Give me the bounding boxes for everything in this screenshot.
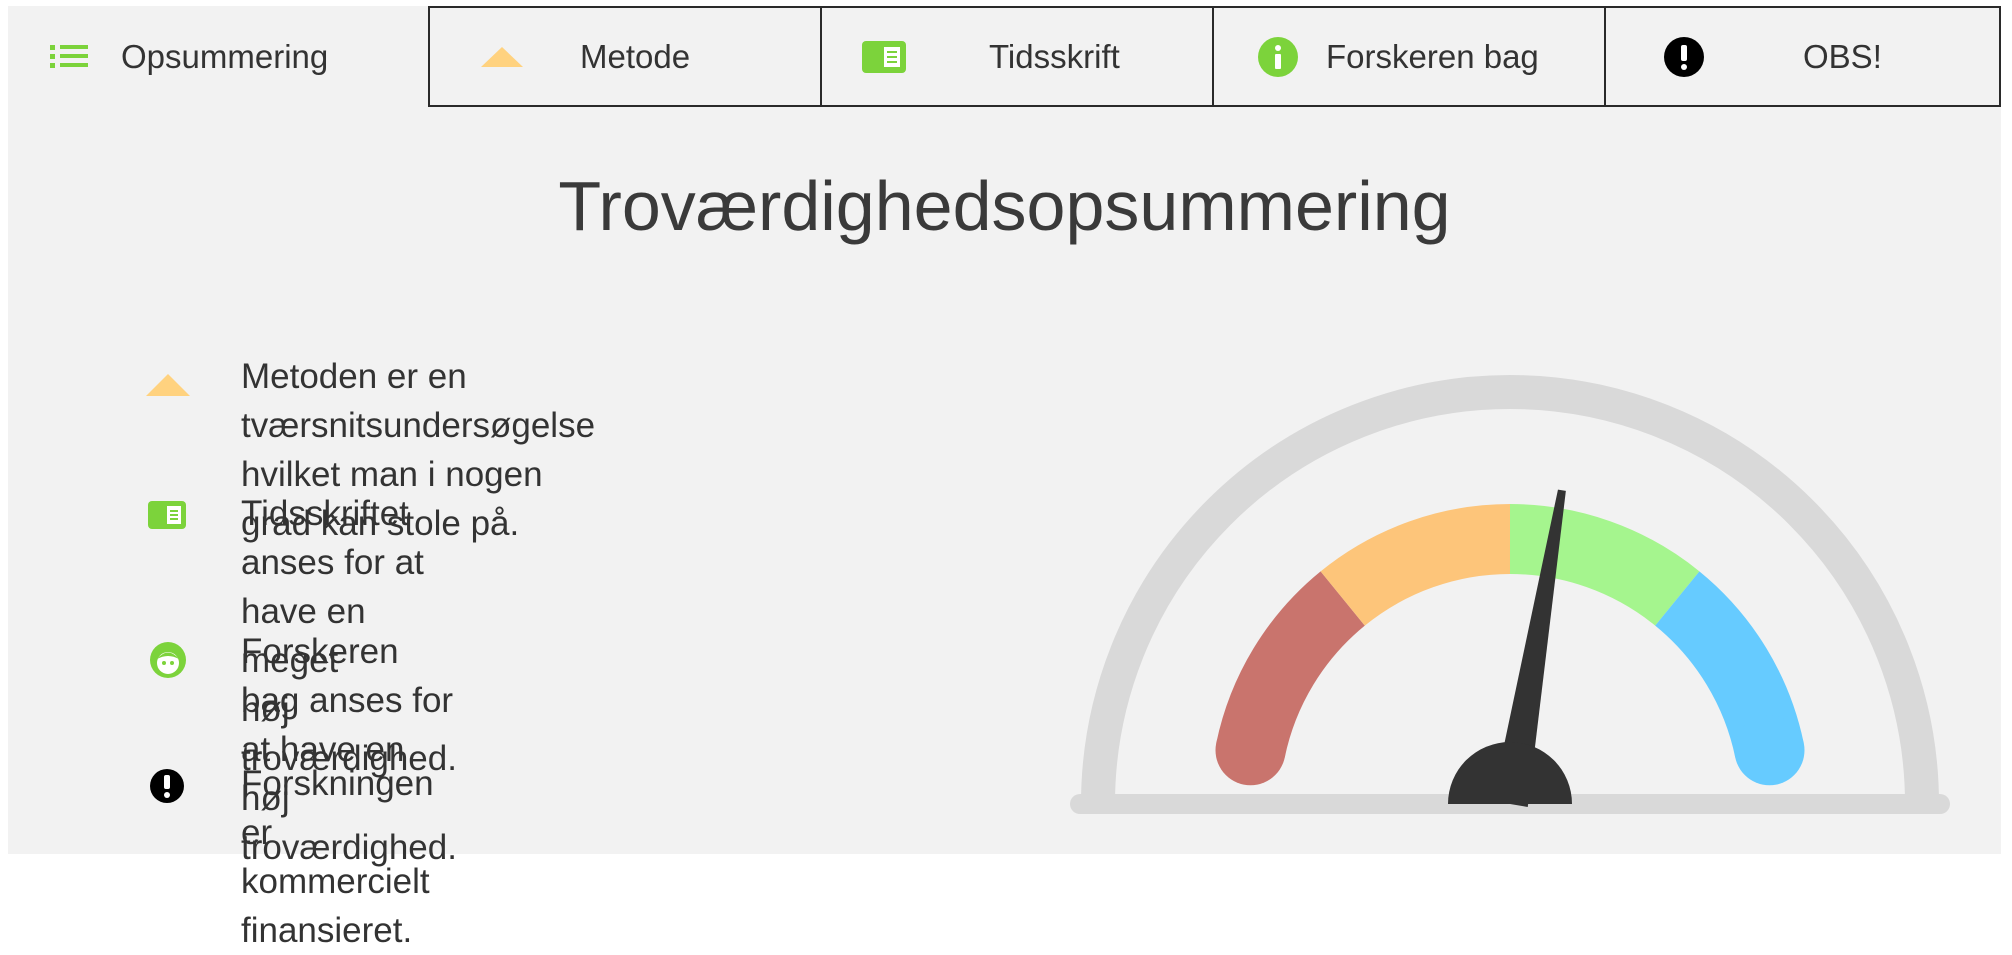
triangle-icon xyxy=(146,374,190,396)
gauge-needle-hub xyxy=(1448,742,1572,804)
page-title: Troværdighedsopsummering xyxy=(558,167,1451,245)
exclamation-icon xyxy=(1664,36,1704,77)
tab-label: OBS! xyxy=(1803,37,1882,75)
journal-icon xyxy=(862,40,906,73)
tab-metode[interactable]: Metode xyxy=(428,6,822,107)
app-container: Opsummering Metode Tidsskrift Forskeren … xyxy=(8,6,2001,950)
researcher-face-icon xyxy=(150,642,186,678)
exclamation-icon xyxy=(150,769,184,803)
gauge-segment xyxy=(1320,504,1511,627)
tab-forskeren-bag[interactable]: Forskeren bag xyxy=(1212,6,1606,107)
tab-tidsskrift[interactable]: Tidsskrift xyxy=(820,6,1214,107)
tab-label: Forskeren bag xyxy=(1326,37,1539,75)
gauge-segment xyxy=(1509,504,1700,627)
credibility-gauge xyxy=(1070,375,1950,814)
tab-label: Tidsskrift xyxy=(989,37,1120,75)
list-icon xyxy=(50,44,88,68)
tab-label: Metode xyxy=(580,37,691,75)
journal-icon xyxy=(148,501,186,529)
tab-bar: Opsummering Metode Tidsskrift Forskeren … xyxy=(8,6,2001,107)
tab-label: Opsummering xyxy=(121,37,329,75)
tab-opsummering[interactable]: Opsummering xyxy=(8,6,428,107)
gauge-segment-cap xyxy=(1734,715,1805,786)
gauge-segment-cap xyxy=(1215,715,1286,786)
triangle-icon xyxy=(481,46,523,67)
summary-text: Forskningen er kommercielt finansieret. xyxy=(241,764,434,950)
tab-obs[interactable]: OBS! xyxy=(1604,6,2001,107)
info-icon xyxy=(1258,36,1298,77)
